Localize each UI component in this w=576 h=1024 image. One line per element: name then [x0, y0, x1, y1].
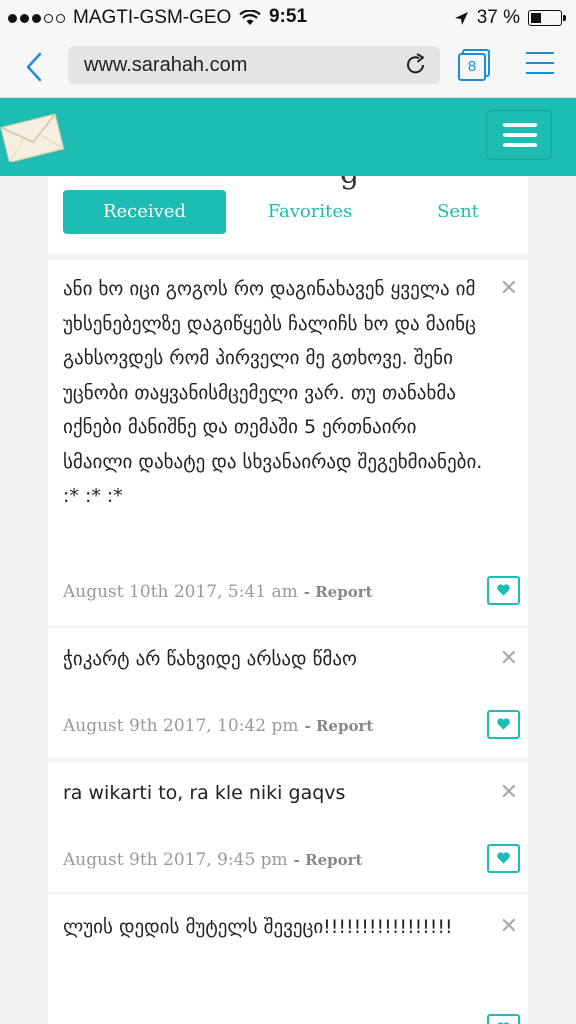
battery-percent: 37 %	[476, 7, 520, 28]
heart-icon	[497, 718, 510, 730]
tab-received[interactable]: Received	[63, 190, 226, 234]
battery-icon	[528, 10, 566, 26]
tabs-count: 8	[458, 53, 486, 81]
browser-toolbar: www.sarahah.com 8	[0, 36, 576, 98]
message-date: August 9th 2017, 9:45 pm	[63, 850, 288, 870]
tab-sent[interactable]: Sent	[416, 190, 500, 234]
message-meta: August 9th 2017, 10:42 pm - Report	[63, 716, 373, 736]
message-card: ra wikarti to, ra kle niki gaqvs ✕ Augus…	[48, 762, 528, 892]
envelope-logo-icon[interactable]	[0, 112, 66, 162]
cut-off-heading: g	[340, 176, 359, 191]
message-card: ჭიკარტ არ წახვიდე არსად წმაო ✕ August 9t…	[48, 628, 528, 758]
report-link[interactable]: - Report	[294, 851, 363, 869]
url-text: www.sarahah.com	[84, 54, 248, 76]
message-card: ლუის დედის მუტელს შევეცი!!!!!!!!!!!!!!!!…	[48, 894, 528, 1024]
message-meta: August 9th 2017, 9:45 pm - Report	[63, 850, 362, 870]
message-text: ჭიკარტ არ წახვიდე არსად წმაო	[63, 648, 357, 670]
status-bar: MAGTI-GSM-GEO 9:51 37 %	[0, 0, 576, 36]
favorite-button[interactable]	[487, 1014, 520, 1024]
favorite-button[interactable]	[487, 844, 520, 873]
favorite-button[interactable]	[487, 710, 520, 739]
heart-icon	[497, 852, 510, 864]
close-icon[interactable]: ✕	[500, 646, 518, 671]
messages-tabs: g Received Favorites Sent	[48, 176, 528, 254]
back-chevron-icon[interactable]	[20, 50, 50, 84]
address-bar[interactable]: www.sarahah.com	[68, 46, 440, 84]
messages-panel: g Received Favorites Sent ანი ხო იცი გოგ…	[48, 176, 528, 1024]
favorite-button[interactable]	[487, 576, 520, 605]
tab-favorites[interactable]: Favorites	[244, 190, 376, 234]
tabs-button[interactable]: 8	[458, 49, 490, 82]
message-text: ლუის დედის მუტელს შევეცი!!!!!!!!!!!!!!!!…	[63, 916, 453, 938]
message-text: ანი ხო იცი გოგოს რო დაგინახავენ ყველა იმ…	[63, 278, 483, 507]
browser-menu-icon[interactable]	[526, 52, 556, 76]
reload-icon[interactable]	[404, 52, 428, 78]
location-arrow-icon	[454, 11, 468, 25]
close-icon[interactable]: ✕	[500, 780, 518, 805]
message-text: ra wikarti to, ra kle niki gaqvs	[63, 782, 346, 804]
message-date: August 10th 2017, 5:41 am	[63, 582, 298, 602]
message-card: ანი ხო იცი გოგოს რო დაგინახავენ ყველა იმ…	[48, 260, 528, 626]
message-meta: August 10th 2017, 5:41 am - Report	[63, 582, 373, 602]
app-header	[0, 98, 576, 176]
report-link[interactable]: - Report	[305, 717, 374, 735]
menu-button[interactable]	[486, 110, 552, 160]
close-icon[interactable]: ✕	[500, 914, 518, 939]
message-date: August 9th 2017, 10:42 pm	[63, 716, 299, 736]
heart-icon	[497, 584, 510, 596]
report-link[interactable]: - Report	[304, 583, 373, 601]
close-icon[interactable]: ✕	[500, 276, 518, 301]
